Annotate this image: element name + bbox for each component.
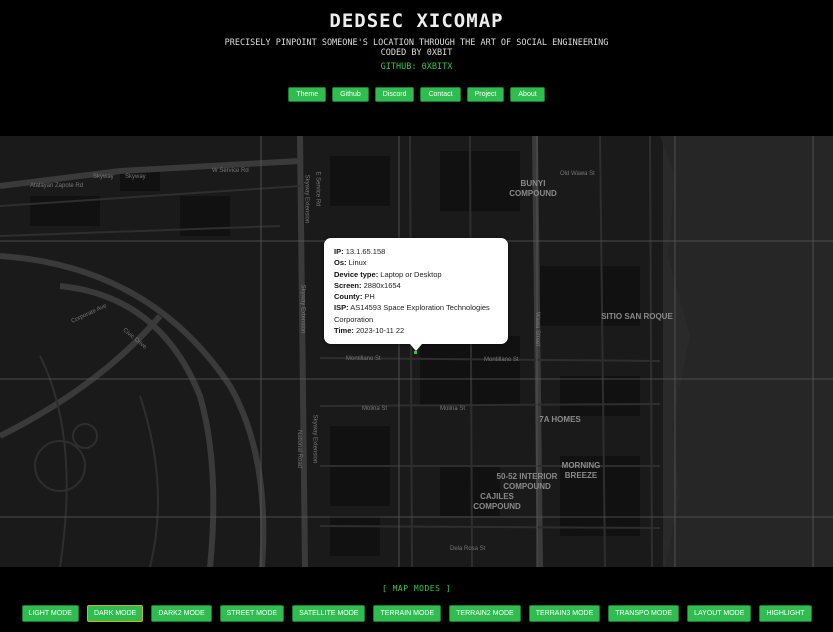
nav-contact-button[interactable]: Contact [420, 87, 461, 102]
nav-about-button[interactable]: About [510, 87, 545, 102]
street-label: Skyway Extension [311, 414, 318, 464]
popup-screen-row: Screen: 2880x1654 [334, 280, 401, 290]
terrain-mode-button[interactable]: TERRAIN MODE [373, 605, 442, 622]
popup-os: Linux [348, 258, 367, 268]
map-modes-bar: LIGHT MODE DARK MODE DARK2 MODE STREET M… [0, 605, 833, 622]
highlight-button[interactable]: HIGHLIGHT [759, 605, 812, 622]
street-label: Skyway Extension [299, 284, 306, 334]
popup-isp-row: ISP: AS14593 Space Exploration Technolog… [334, 303, 490, 324]
street-label: Skyway Extension [303, 174, 310, 224]
subtitle-line-2: CODED BY 0XBIT [380, 48, 453, 58]
top-nav: Theme Github Discord Contact Project Abo… [0, 87, 833, 102]
map-modes-title: [ MAP MODES ] [381, 584, 452, 593]
street-label: Montillano St [484, 357, 519, 363]
street-label: Montillano St [346, 356, 381, 362]
popup-isp: AS14593 Space Exploration Technologies C… [334, 303, 490, 324]
street-label: Wawa Street [534, 311, 541, 347]
nav-theme-button[interactable]: Theme [288, 87, 327, 102]
popup-screen: 2880x1654 [363, 280, 401, 290]
popup-os-row: Os: Linux [334, 258, 367, 268]
popup-tip [410, 344, 422, 351]
popup-county: PH [364, 292, 375, 302]
street-label: Molina St [440, 406, 466, 412]
popup-device: Laptop or Desktop [380, 269, 442, 279]
area-label: 50-52 INTERIOR COMPOUND [496, 472, 558, 491]
street-mode-button[interactable]: STREET MODE [219, 605, 285, 622]
github-link[interactable]: GITHUB: 0XBITX [0, 62, 833, 72]
satellite-mode-button[interactable]: SATELLITE MODE [292, 605, 366, 622]
street-label: Skyway [125, 174, 146, 180]
street-label: Molina St [362, 406, 388, 412]
nav-github-button[interactable]: Github [332, 87, 369, 102]
dark-mode-button[interactable]: DARK MODE [86, 605, 144, 622]
popup-time-row: Time: 2023-10-11 22 [334, 326, 405, 336]
street-label: Skyway [93, 174, 114, 180]
area-label: CAJILES COMPOUND [473, 492, 521, 511]
street-label: Dela Rosa St [450, 546, 486, 552]
area-label: SITIO SAN ROQUE [601, 312, 673, 321]
popup-ip-row: IP: 13.1.65.158 [334, 247, 386, 256]
light-mode-button[interactable]: LIGHT MODE [21, 605, 79, 622]
nav-discord-button[interactable]: Discord [374, 87, 415, 102]
area-label: BUNYI COMPOUND [509, 179, 557, 198]
location-marker[interactable] [414, 351, 417, 354]
area-label: 7A HOMES [539, 415, 581, 424]
street-label: W Service Rd [212, 168, 249, 174]
popup-device-row: Device type: Laptop or Desktop [334, 269, 442, 279]
popup-county-row: County: PH [334, 292, 375, 302]
page-title: DEDSEC XICOMAP [329, 10, 504, 32]
street-label: Old Wawa St [560, 171, 595, 177]
location-popup: IP: 13.1.65.158 Os: Linux Device type: L… [324, 238, 508, 344]
dark2-mode-button[interactable]: DARK2 MODE [151, 605, 212, 622]
terrain2-mode-button[interactable]: TERRAIN2 MODE [449, 605, 521, 622]
transpo-mode-button[interactable]: TRANSPO MODE [608, 605, 680, 622]
street-label: Atalayan Zapote Rd [30, 183, 84, 189]
nav-project-button[interactable]: Project [466, 87, 505, 102]
street-label: E Service Rd [314, 171, 321, 207]
popup-time: 2023-10-11 22 [355, 326, 405, 336]
terrain3-mode-button[interactable]: TERRAIN3 MODE [528, 605, 601, 622]
subtitle-line-1: PRECISELY PINPOINT SOMEONE'S LOCATION TH… [224, 38, 609, 48]
page-subtitle: PRECISELY PINPOINT SOMEONE'S LOCATION TH… [0, 38, 833, 58]
layout-mode-button[interactable]: LAYOUT MODE [687, 605, 752, 622]
street-label: National Road [296, 429, 303, 469]
popup-ip: 13.1.65.158 [345, 247, 386, 256]
